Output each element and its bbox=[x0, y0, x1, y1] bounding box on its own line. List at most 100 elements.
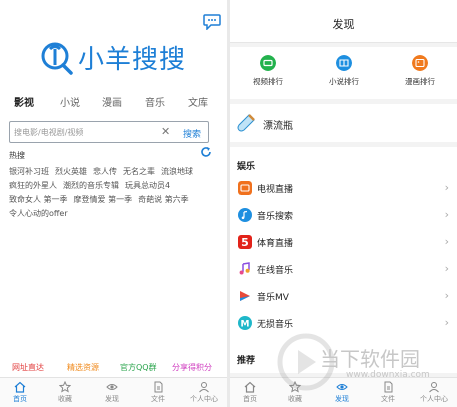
hot-row: 银河补习班 烈火英雄 悲人传 无名之辈 流浪地球 bbox=[9, 166, 199, 177]
comic-ranking-button[interactable]: 漫画排行 bbox=[390, 55, 450, 87]
sports-icon: 5 bbox=[238, 235, 252, 249]
m-icon: M bbox=[238, 316, 252, 330]
hot-item[interactable]: 潮烈的音乐专辑 bbox=[63, 181, 119, 190]
row-label: 音乐搜索 bbox=[257, 212, 294, 222]
hot-item[interactable]: 银河补习班 bbox=[9, 167, 49, 176]
chat-bubble-icon[interactable] bbox=[203, 14, 221, 30]
music-mv-row[interactable]: 音乐MV › bbox=[230, 283, 457, 309]
hot-item[interactable]: 悲人传 bbox=[93, 167, 117, 176]
comic-icon bbox=[412, 55, 428, 71]
hot-row: 令人心动的offer bbox=[9, 208, 74, 219]
file-icon bbox=[384, 381, 393, 393]
tab-movies[interactable]: 影视 bbox=[14, 94, 34, 109]
chevron-right-icon: › bbox=[444, 235, 449, 248]
tabbar-label: 收藏 bbox=[288, 395, 302, 403]
link-direct-url[interactable]: 网址直达 bbox=[12, 362, 44, 373]
entertainment-section: 娱乐 电视直播 › 音乐搜索 › 5 体育直播 › 在线音乐 › 音乐MV › … bbox=[230, 147, 457, 373]
tabbar-label: 发现 bbox=[335, 395, 349, 403]
tabbar-profile[interactable]: 个人中心 bbox=[414, 381, 454, 404]
tabbar-profile[interactable]: 个人中心 bbox=[184, 381, 224, 404]
tabbar-files[interactable]: 文件 bbox=[368, 381, 408, 404]
tabbar-home[interactable]: 首页 bbox=[230, 381, 270, 404]
tabbar-home[interactable]: 首页 bbox=[0, 381, 40, 404]
page-title: 发现 bbox=[332, 18, 355, 31]
hot-item[interactable]: 无名之辈 bbox=[123, 167, 155, 176]
home-icon bbox=[14, 381, 26, 393]
watermark-url: www.downxia.com bbox=[346, 370, 430, 380]
hot-item[interactable]: 令人心动的offer bbox=[9, 209, 68, 218]
hot-search-title: 热搜 bbox=[9, 151, 25, 160]
tabbar-favorites[interactable]: 收藏 bbox=[45, 381, 85, 404]
tabbar-label: 首页 bbox=[13, 395, 27, 403]
video-icon bbox=[260, 55, 276, 71]
music-search-row[interactable]: 音乐搜索 › bbox=[230, 202, 457, 228]
discover-header: 发现 bbox=[230, 0, 457, 43]
drift-bottle-row[interactable]: 漂流瓶 bbox=[230, 104, 457, 142]
tabbar-files[interactable]: 文件 bbox=[138, 381, 178, 404]
row-label: 在线音乐 bbox=[257, 266, 294, 276]
row-label: 音乐MV bbox=[257, 293, 289, 303]
tabbar-label: 文件 bbox=[151, 395, 165, 403]
search-button[interactable]: 搜索 bbox=[183, 127, 201, 140]
hot-item[interactable]: 烈火英雄 bbox=[55, 167, 87, 176]
hot-item[interactable]: 摩登情爱 第一季 bbox=[74, 195, 133, 204]
tabbar-label: 文件 bbox=[381, 395, 395, 403]
svg-text:5: 5 bbox=[241, 236, 249, 249]
link-selected-resources[interactable]: 精选资源 bbox=[67, 362, 99, 373]
hot-item[interactable]: 疯狂的外星人 bbox=[9, 181, 57, 190]
link-qq-group[interactable]: 官方QQ群 bbox=[120, 362, 157, 373]
refresh-icon[interactable] bbox=[200, 146, 212, 158]
search-box: ✕ 搜索 bbox=[9, 121, 209, 143]
tab-comics[interactable]: 漫画 bbox=[102, 94, 122, 109]
drift-bottle-label: 漂流瓶 bbox=[263, 121, 293, 132]
tabbar-label: 发现 bbox=[105, 395, 119, 403]
section-title-recommended: 推荐 bbox=[237, 356, 256, 366]
row-label: 无损音乐 bbox=[257, 320, 294, 330]
hot-item[interactable]: 流浪地球 bbox=[161, 167, 193, 176]
eye-icon bbox=[106, 384, 118, 390]
tabbar-discover[interactable]: 发现 bbox=[92, 381, 132, 404]
search-input[interactable] bbox=[14, 124, 154, 140]
app-name: 小羊搜搜 bbox=[78, 44, 187, 75]
bottom-tab-bar: 首页 收藏 发现 文件 个人中心 bbox=[230, 377, 457, 407]
user-icon bbox=[429, 382, 439, 393]
tabbar-label: 首页 bbox=[243, 395, 257, 403]
rank-label: 视频排行 bbox=[253, 77, 283, 86]
tabbar-label: 收藏 bbox=[58, 395, 72, 403]
link-share-points[interactable]: 分享得积分 bbox=[172, 362, 212, 373]
lossless-music-row[interactable]: M 无损音乐 › bbox=[230, 310, 457, 336]
tab-library[interactable]: 文库 bbox=[188, 94, 208, 109]
chevron-right-icon: › bbox=[444, 262, 449, 275]
hot-row: 致命女人 第一季 摩登情爱 第一季 奇葩说 第六季 bbox=[9, 194, 195, 205]
row-label: 体育直播 bbox=[257, 239, 294, 249]
search-panel: 小羊搜搜 影视 小说 漫画 音乐 文库 ✕ 搜索 热搜 银河补习班烈火英雄悲人传… bbox=[0, 0, 227, 407]
rank-label: 漫画排行 bbox=[405, 77, 435, 86]
hot-row: 疯狂的外星人 潮烈的音乐专辑 玩具总动员4 bbox=[9, 180, 176, 191]
play-icon bbox=[240, 291, 250, 301]
user-icon bbox=[199, 382, 209, 393]
drift-bottle-icon bbox=[237, 114, 255, 132]
file-icon bbox=[154, 381, 163, 393]
tab-novels[interactable]: 小说 bbox=[60, 94, 80, 109]
sports-live-row[interactable]: 5 体育直播 › bbox=[230, 229, 457, 255]
hot-item[interactable]: 奇葩说 第六季 bbox=[138, 195, 189, 204]
star-icon bbox=[59, 381, 71, 393]
online-music-row[interactable]: 在线音乐 › bbox=[230, 256, 457, 282]
tab-music[interactable]: 音乐 bbox=[145, 94, 165, 109]
video-ranking-button[interactable]: 视频排行 bbox=[238, 55, 298, 87]
home-icon bbox=[244, 381, 256, 393]
chevron-right-icon: › bbox=[444, 289, 449, 302]
tv-live-row[interactable]: 电视直播 › bbox=[230, 175, 457, 201]
music-note-icon bbox=[239, 262, 250, 275]
novel-ranking-button[interactable]: 小说排行 bbox=[314, 55, 374, 87]
hot-item[interactable]: 致命女人 第一季 bbox=[9, 195, 68, 204]
tv-icon bbox=[238, 181, 252, 195]
chevron-right-icon: › bbox=[444, 181, 449, 194]
sheep-logo-icon bbox=[41, 42, 73, 75]
row-label: 电视直播 bbox=[257, 185, 294, 195]
clear-icon[interactable]: ✕ bbox=[161, 125, 170, 138]
hot-item[interactable]: 玩具总动员4 bbox=[125, 181, 170, 190]
eye-icon bbox=[336, 384, 348, 390]
chevron-right-icon: › bbox=[444, 208, 449, 221]
section-title-entertainment: 娱乐 bbox=[237, 162, 256, 172]
